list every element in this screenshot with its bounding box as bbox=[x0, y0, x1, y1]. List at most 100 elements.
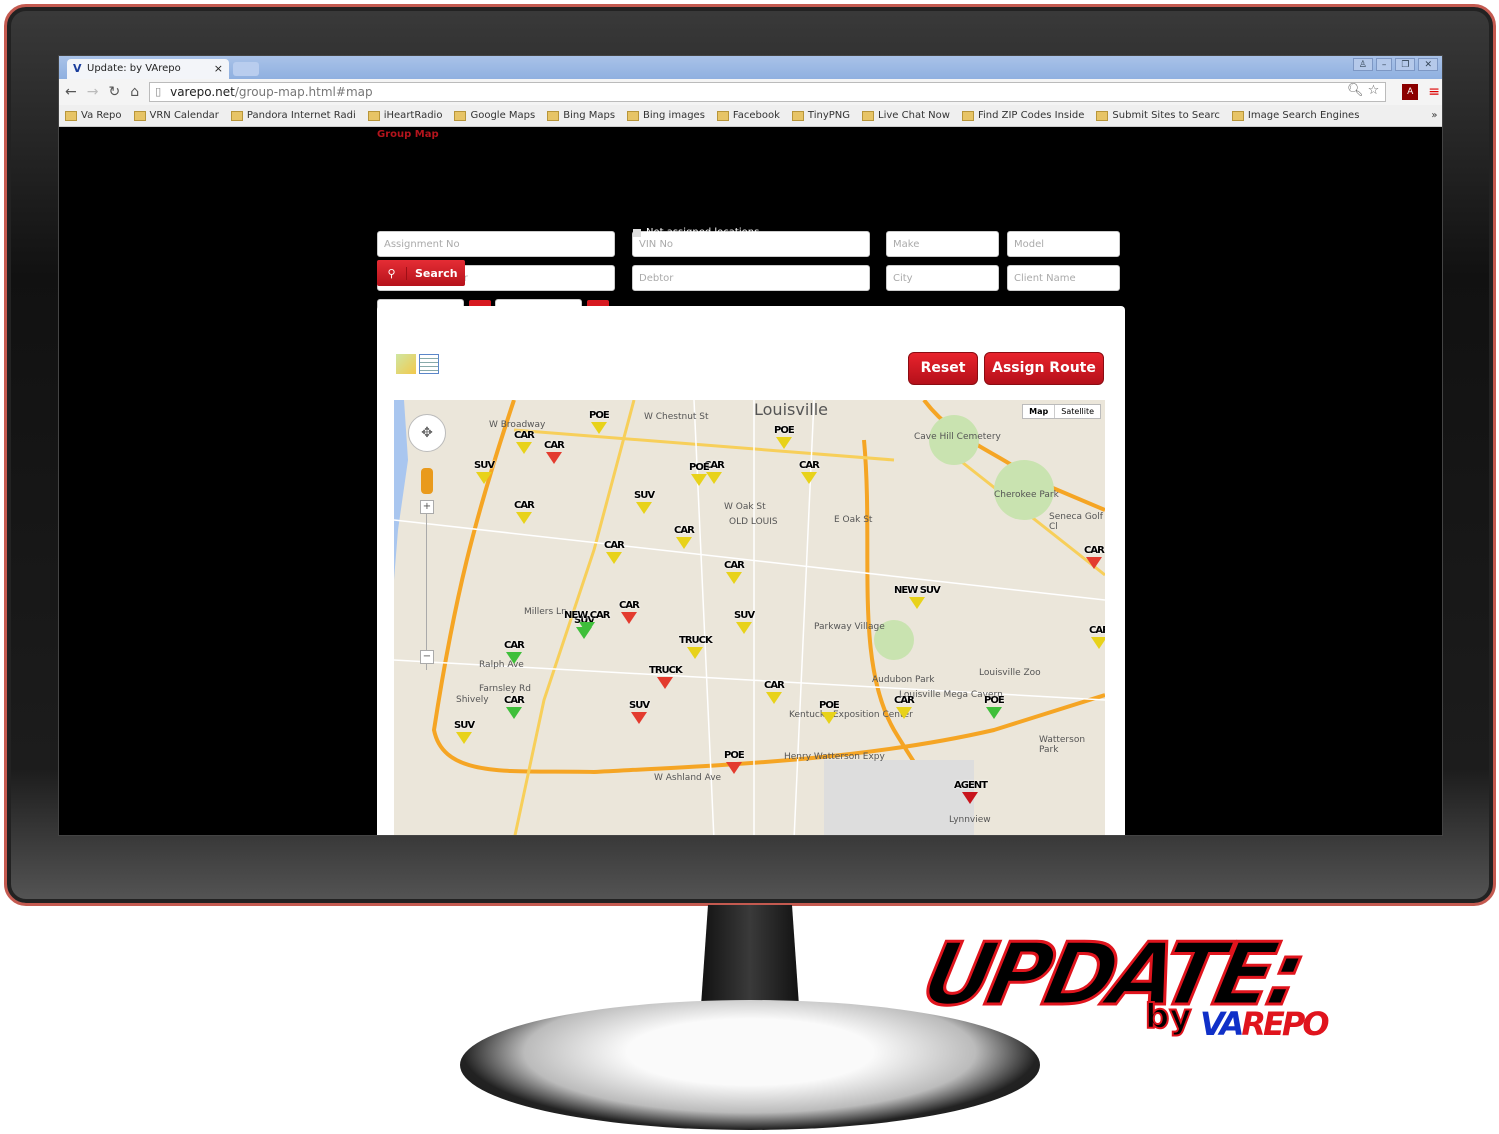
bookmark-icon bbox=[862, 110, 875, 121]
forward-icon[interactable]: → bbox=[87, 84, 99, 100]
vehicle-marker[interactable]: TRUCK bbox=[679, 635, 713, 659]
bookmark-item[interactable]: Bing Maps bbox=[547, 110, 615, 121]
vehicle-marker[interactable]: SUV bbox=[474, 460, 495, 484]
vehicle-marker[interactable]: CAR bbox=[1084, 545, 1105, 569]
bookmark-icon bbox=[65, 110, 77, 121]
bookmarks-overflow-button[interactable]: » bbox=[1431, 110, 1437, 121]
reset-button[interactable]: Reset bbox=[908, 352, 978, 385]
bookmark-icon bbox=[133, 110, 146, 121]
vehicle-marker[interactable]: CAR bbox=[514, 500, 535, 524]
map-place-label: Farnsley Rd bbox=[479, 684, 531, 694]
make-input[interactable]: Make bbox=[886, 231, 999, 257]
bookmark-icon bbox=[547, 110, 560, 121]
bookmark-item[interactable]: Submit Sites to Searc bbox=[1096, 110, 1220, 121]
assign-route-button[interactable]: Assign Route bbox=[984, 352, 1104, 385]
vehicle-marker[interactable]: POE bbox=[774, 425, 795, 449]
nav-bar: ← → ↻ ⌂ ▯ varepo.net/group-map.html#map 🔍︎ ☆ … bbox=[59, 79, 1442, 105]
map-type-map-button[interactable]: Map bbox=[1023, 405, 1056, 418]
map-type-satellite-button[interactable]: Satellite bbox=[1055, 405, 1100, 418]
city-input[interactable]: City bbox=[886, 265, 999, 291]
client-name-input[interactable]: Client Name bbox=[1007, 265, 1120, 291]
vehicle-marker[interactable]: POE bbox=[589, 410, 610, 434]
vehicle-marker[interactable]: CAR bbox=[544, 440, 565, 464]
bookmark-item[interactable]: TinyPNG bbox=[791, 110, 850, 121]
vehicle-marker[interactable]: CAR bbox=[799, 460, 820, 484]
model-input[interactable]: Model bbox=[1007, 231, 1120, 257]
checkbox[interactable] bbox=[633, 228, 641, 237]
bookmark-item[interactable]: Va Repo bbox=[65, 110, 122, 121]
vehicle-marker[interactable]: NEW SUV bbox=[894, 585, 941, 609]
bookmark-label: Google Maps bbox=[470, 110, 536, 121]
home-icon[interactable]: ⌂ bbox=[130, 84, 139, 100]
vehicle-marker[interactable]: CAR bbox=[619, 600, 640, 624]
reload-icon[interactable]: ↻ bbox=[108, 84, 120, 100]
map-view-icon[interactable] bbox=[396, 354, 416, 374]
checkbox-label: Not assigned locations bbox=[646, 227, 760, 238]
pan-control[interactable]: ✥ bbox=[408, 414, 446, 452]
restore-icon[interactable]: ❐ bbox=[1395, 58, 1416, 71]
bookmark-item[interactable]: Pandora Internet Radi bbox=[230, 110, 356, 121]
street-view-pegman-icon[interactable] bbox=[421, 468, 433, 494]
vehicle-marker[interactable]: CAR bbox=[1089, 625, 1105, 649]
zoom-in-button[interactable]: + bbox=[420, 500, 434, 514]
vehicle-marker[interactable]: CAR bbox=[764, 680, 785, 704]
vehicle-marker[interactable]: CAR bbox=[894, 695, 915, 719]
close-window-icon[interactable]: ✕ bbox=[1418, 58, 1438, 71]
vehicle-marker[interactable]: POE bbox=[984, 695, 1005, 719]
varepo-favicon-icon: V bbox=[73, 62, 82, 75]
bookmark-item[interactable]: Live Chat Now bbox=[862, 110, 950, 121]
bookmark-item[interactable]: iHeartRadio bbox=[367, 110, 442, 121]
vehicle-marker[interactable]: SUV bbox=[629, 700, 650, 724]
new-tab-button[interactable] bbox=[233, 62, 259, 76]
vehicle-marker[interactable]: POE bbox=[689, 462, 710, 486]
logo-by: by bbox=[1144, 996, 1192, 1038]
vehicle-marker[interactable]: CAR bbox=[504, 640, 525, 664]
zoom-slider[interactable] bbox=[426, 500, 440, 670]
not-assigned-checkbox[interactable]: Not assigned locations bbox=[633, 227, 759, 238]
vehicle-marker[interactable]: POE bbox=[724, 750, 745, 774]
vehicle-marker[interactable]: AGENT bbox=[954, 780, 988, 804]
bookmark-item[interactable]: Google Maps bbox=[454, 110, 535, 121]
vehicle-marker[interactable]: POE bbox=[819, 700, 840, 724]
vehicle-marker[interactable]: TRUCK bbox=[649, 665, 683, 689]
map-place-label: W Ashland Ave bbox=[654, 773, 722, 783]
vehicle-marker[interactable]: SUV bbox=[634, 490, 655, 514]
menu-icon[interactable]: ≡ bbox=[1428, 84, 1440, 100]
vehicle-marker[interactable]: CAR bbox=[674, 525, 695, 549]
vehicle-marker[interactable]: CAR bbox=[604, 540, 625, 564]
bookmark-label: Va Repo bbox=[81, 110, 122, 121]
bookmark-item[interactable]: Bing images bbox=[627, 110, 705, 121]
bookmark-label: Live Chat Now bbox=[878, 110, 950, 121]
vehicle-marker[interactable]: CAR bbox=[504, 695, 525, 719]
pdf-extension-icon[interactable]: A bbox=[1402, 84, 1419, 100]
search-button[interactable]: ⚲ Search bbox=[377, 260, 465, 286]
map-place-label: Parkway Village bbox=[814, 622, 885, 632]
bookmark-icon bbox=[627, 110, 640, 121]
zoom-out-button[interactable]: − bbox=[420, 650, 434, 664]
map[interactable]: Map Satellite ✥ + − Louisville Cave Hill C… bbox=[394, 400, 1105, 835]
close-tab-icon[interactable]: × bbox=[214, 62, 223, 75]
star-icon[interactable]: ☆ bbox=[1368, 83, 1380, 98]
vehicle-marker[interactable]: CAR bbox=[724, 560, 745, 584]
vehicle-marker[interactable]: NEW CAR bbox=[564, 610, 610, 634]
assignment-no-input[interactable]: Assignment No bbox=[377, 231, 615, 257]
list-view-icon[interactable] bbox=[419, 354, 439, 374]
zoom-icon[interactable]: 🔍︎ bbox=[1347, 83, 1364, 98]
minimize-icon[interactable]: – bbox=[1375, 58, 1393, 71]
vehicle-marker[interactable]: SUV bbox=[454, 720, 475, 744]
vehicle-marker[interactable]: CAR bbox=[514, 430, 535, 454]
bookmark-item[interactable]: Facebook bbox=[716, 110, 780, 121]
bookmark-item[interactable]: Image Search Engines bbox=[1231, 110, 1360, 121]
map-place-label: Millers Ln bbox=[524, 607, 567, 617]
back-icon[interactable]: ← bbox=[65, 84, 77, 100]
bookmark-icon bbox=[716, 110, 729, 121]
search-label: Search bbox=[415, 266, 458, 280]
debtor-input[interactable]: Debtor bbox=[632, 265, 870, 291]
bookmark-label: Image Search Engines bbox=[1247, 110, 1360, 121]
address-bar[interactable]: ▯ varepo.net/group-map.html#map 🔍︎ ☆ bbox=[149, 82, 1387, 102]
vehicle-marker[interactable]: SUV bbox=[734, 610, 755, 634]
tab-active[interactable]: V Update: by VArepo × bbox=[67, 59, 229, 79]
bookmark-item[interactable]: Find ZIP Codes Inside bbox=[961, 110, 1084, 121]
user-icon[interactable]: ♙ bbox=[1352, 58, 1373, 71]
bookmark-item[interactable]: VRN Calendar bbox=[133, 110, 219, 121]
